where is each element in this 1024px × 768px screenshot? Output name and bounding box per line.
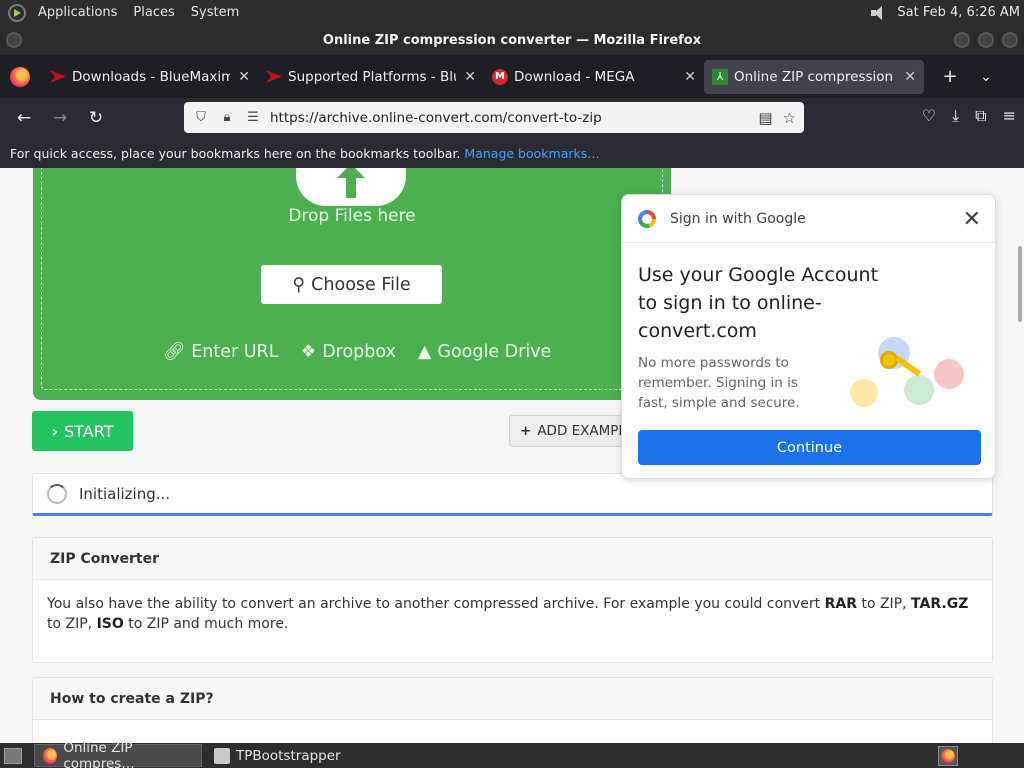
downloads-icon[interactable]: ⤓ <box>952 106 959 126</box>
permissions-icon[interactable]: ☰ <box>244 110 262 125</box>
key-illustration-icon <box>850 331 970 413</box>
clock[interactable]: Sat Feb 4, 6:26 AM <box>897 5 1020 20</box>
gnome-logo-icon[interactable] <box>8 3 26 22</box>
google-drive-icon: ▲ <box>417 342 432 362</box>
pocket-icon[interactable]: ♡ <box>922 106 936 126</box>
how-to-create-zip-card: How to create a ZIP? <box>32 677 993 743</box>
forward-icon[interactable]: → <box>42 108 78 128</box>
dropbox-link[interactable]: ❖ Dropbox <box>300 342 395 362</box>
tab-supported-platforms[interactable]: Supported Platforms - BlueM ✕ <box>258 60 484 94</box>
url-text[interactable]: https://archive.online-convert.com/conve… <box>270 110 602 126</box>
firefox-view-icon[interactable] <box>10 66 30 87</box>
folder-icon <box>214 747 230 764</box>
tab-strip: Downloads - BlueMaxima's F ✕ Supported P… <box>0 55 1024 98</box>
enter-url-label: Enter URL <box>191 342 279 362</box>
start-button[interactable]: › START <box>32 411 133 451</box>
scrollbar-thumb[interactable] <box>1018 246 1022 322</box>
navigation-bar: ← → ↻ ⛉ 🔒︎ ☰ https://archive.online-conv… <box>0 98 1024 138</box>
show-desktop-icon[interactable] <box>4 747 22 764</box>
close-tab-icon[interactable]: ✕ <box>238 69 250 85</box>
upload-sources: 🔗︎ Enter URL ❖ Dropbox ▲ Google Drive <box>163 342 551 362</box>
menu-places[interactable]: Places <box>129 5 178 20</box>
tray-firefox-icon[interactable] <box>938 745 958 766</box>
card-title: How to create a ZIP? <box>33 678 992 720</box>
bottom-taskbar: Online ZIP compres… TPBootstrapper <box>0 740 1024 768</box>
tab-online-zip-converter[interactable]: ⅄ Online ZIP compression conv ✕ <box>704 59 924 94</box>
shield-icon[interactable]: ⛉ <box>192 110 210 125</box>
enter-url-link[interactable]: 🔗︎ Enter URL <box>163 342 278 362</box>
card-title: ZIP Converter <box>33 538 992 580</box>
back-icon[interactable]: ← <box>6 108 42 128</box>
card-body: You also have the ability to convert an … <box>47 596 969 632</box>
volume-icon[interactable] <box>869 5 887 21</box>
taskbar-item-label: Online ZIP compres… <box>63 739 135 768</box>
tab-label: Supported Platforms - BlueM <box>288 68 456 85</box>
reader-view-icon[interactable]: ▤ <box>758 109 772 127</box>
flashpoint-icon <box>50 70 66 83</box>
choose-file-label: Choose File <box>311 274 411 295</box>
bookmark-star-icon[interactable]: ☆ <box>783 109 796 127</box>
lock-icon[interactable]: 🔒︎ <box>218 110 236 125</box>
upload-dropzone[interactable]: Drop Files here ⚲ Choose File 🔗︎ Enter U… <box>33 168 671 400</box>
close-tab-icon[interactable]: ✕ <box>464 69 476 85</box>
cloud-upload-icon <box>296 168 406 206</box>
dropbox-icon: ❖ <box>300 342 317 362</box>
popup-header-text: Sign in with Google <box>670 210 806 227</box>
top-panel: Applications Places System Sat Feb 4, 6:… <box>0 0 1024 25</box>
chevron-right-icon: › <box>51 421 59 441</box>
add-example-file-button[interactable]: + ADD EXAMPLE FILE <box>509 415 639 447</box>
zip-converter-card: ZIP Converter You also have the ability … <box>32 537 993 663</box>
tab-label: Download - MEGA <box>514 68 635 85</box>
conversion-status: Initializing... <box>32 473 993 516</box>
spinner-icon <box>47 483 67 504</box>
bookmarks-hint: For quick access, place your bookmarks h… <box>10 145 461 161</box>
flashpoint-icon <box>266 70 282 83</box>
tab-download-mega[interactable]: M Download - MEGA ✕ <box>484 60 704 94</box>
page-scrollbar[interactable] <box>1014 168 1024 743</box>
close-tab-icon[interactable]: ✕ <box>904 69 916 85</box>
manage-bookmarks-link[interactable]: Manage bookmarks… <box>464 146 599 161</box>
window-titlebar[interactable]: Online ZIP compression converter — Mozil… <box>0 25 1024 55</box>
close-tab-icon[interactable]: ✕ <box>684 69 696 85</box>
popup-subtitle: No more passwords to remember. Signing i… <box>638 355 800 411</box>
bookmarks-toolbar: For quick access, place your bookmarks h… <box>0 138 1024 168</box>
link-icon: 🔗︎ <box>163 342 186 362</box>
dropbox-label: Dropbox <box>322 342 396 362</box>
start-label: START <box>64 421 114 441</box>
menu-applications[interactable]: Applications <box>34 5 121 20</box>
window-menu-icon[interactable] <box>6 32 22 48</box>
tab-label: Downloads - BlueMaxima's F <box>72 68 231 85</box>
online-convert-icon: ⅄ <box>712 68 728 85</box>
maximize-icon[interactable] <box>978 32 994 48</box>
taskbar-item-label: TPBootstrapper <box>236 747 341 764</box>
continue-button[interactable]: Continue <box>638 430 981 465</box>
window-title: Online ZIP compression converter — Mozil… <box>322 32 702 48</box>
status-text: Initializing... <box>79 484 171 503</box>
taskbar-item-firefox[interactable]: Online ZIP compres… <box>34 740 202 768</box>
list-all-tabs-icon[interactable]: ⌄ <box>968 69 1004 85</box>
drop-files-text: Drop Files here <box>288 206 416 226</box>
google-logo-icon <box>638 209 656 228</box>
url-bar[interactable]: ⛉ 🔒︎ ☰ https://archive.online-convert.co… <box>184 102 804 133</box>
firefox-icon <box>43 747 58 764</box>
google-drive-link[interactable]: ▲ Google Drive <box>418 342 551 362</box>
app-menu-icon[interactable]: ≡ <box>1003 106 1016 126</box>
menu-system[interactable]: System <box>187 5 243 20</box>
mega-icon: M <box>492 68 508 85</box>
taskbar-item-tpbootstrapper[interactable]: TPBootstrapper <box>206 744 349 767</box>
search-icon: ⚲ <box>292 274 306 295</box>
reload-icon[interactable]: ↻ <box>78 108 114 128</box>
close-icon[interactable]: ✕ <box>963 207 981 232</box>
minimize-icon[interactable] <box>954 32 970 48</box>
popup-header: Sign in with Google <box>622 195 995 243</box>
close-window-icon[interactable] <box>1002 32 1018 48</box>
choose-file-button[interactable]: ⚲ Choose File <box>261 265 442 304</box>
new-tab-icon[interactable]: + <box>932 66 968 87</box>
google-drive-label: Google Drive <box>437 342 552 362</box>
tab-label: Online ZIP compression conv <box>734 68 896 85</box>
google-signin-popup: Sign in with Google ✕ Use your Google Ac… <box>621 194 996 479</box>
extensions-icon[interactable]: ⧉ <box>975 106 986 126</box>
tab-downloads-bluemaxima[interactable]: Downloads - BlueMaxima's F ✕ <box>42 60 258 94</box>
plus-icon: + <box>520 423 532 439</box>
